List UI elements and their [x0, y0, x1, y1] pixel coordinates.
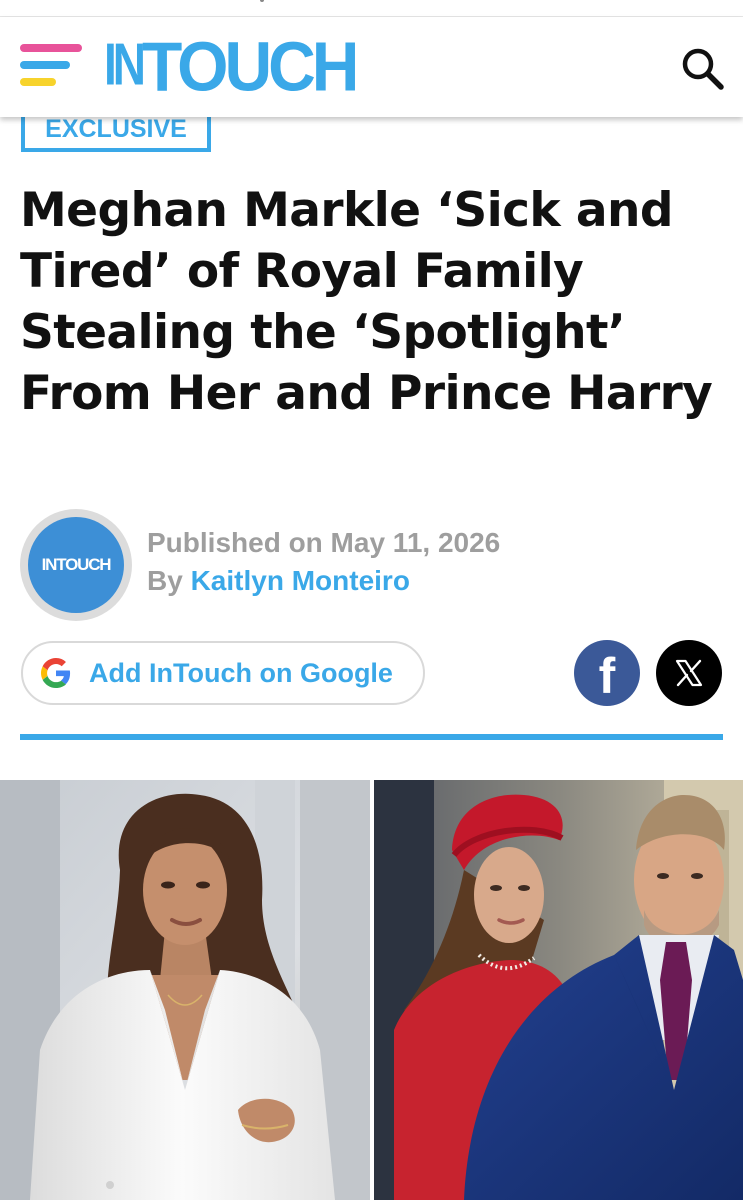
publish-date: Published on May 11, 2026	[147, 527, 501, 558]
avatar-logo: INTOUCH	[28, 517, 124, 613]
author-link[interactable]: Kaitlyn Monteiro	[191, 565, 410, 596]
photo-couple	[374, 780, 743, 1200]
byline-prefix: By	[147, 565, 183, 596]
article-photo-right[interactable]	[374, 780, 743, 1200]
search-button[interactable]	[678, 44, 726, 92]
article-headline: Meghan Markle ‘Sick and Tired’ of Royal …	[20, 183, 713, 421]
site-logo[interactable]: IN TOUCH	[104, 27, 359, 106]
byline: By Kaitlyn Monteiro	[147, 565, 410, 597]
x-share-button[interactable]	[656, 640, 722, 706]
menu-button[interactable]	[20, 44, 84, 90]
section-divider	[20, 734, 723, 740]
add-on-google-label: Add InTouch on Google	[89, 657, 393, 688]
author-avatar[interactable]: INTOUCH	[20, 509, 132, 621]
photo-woman-in-white	[0, 780, 370, 1200]
x-icon	[675, 659, 703, 687]
facebook-icon: f	[598, 648, 616, 704]
logo-big-text: TOUCH	[142, 27, 359, 106]
google-g-icon	[41, 658, 71, 688]
add-on-google-button[interactable]: Add InTouch on Google	[21, 641, 425, 705]
hamburger-menu-icon-bar-2	[20, 61, 70, 69]
facebook-share-button[interactable]: f	[574, 640, 640, 706]
browser-top-strip	[0, 0, 743, 17]
search-icon	[682, 48, 724, 90]
logo-small-text: IN	[104, 30, 146, 98]
article-photo-left[interactable]	[0, 780, 370, 1200]
hamburger-menu-icon-bar-3	[20, 78, 56, 86]
site-header: IN TOUCH	[0, 17, 743, 117]
hamburger-menu-icon-bar-1	[20, 44, 82, 52]
status-dot	[260, 0, 264, 2]
